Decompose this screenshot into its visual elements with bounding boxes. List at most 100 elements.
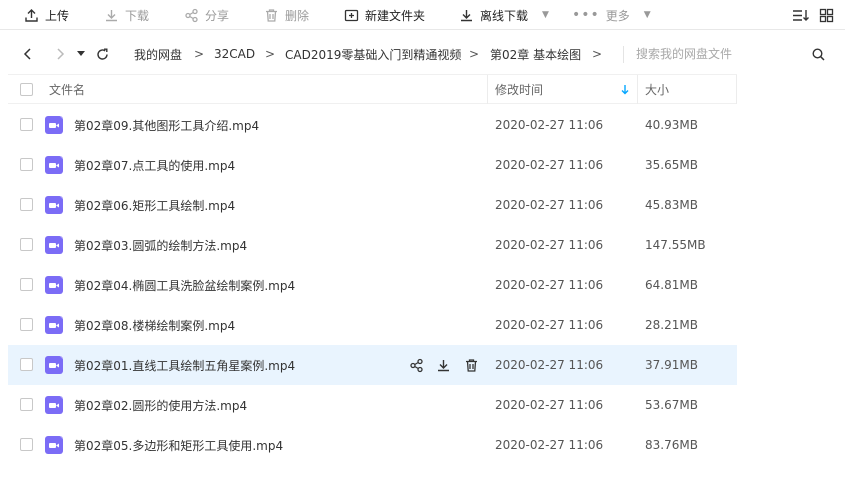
file-size: 64.81MB (645, 278, 698, 292)
file-list-header: 文件名 修改时间 大小 (8, 74, 737, 104)
breadcrumb-item[interactable]: CAD2019零基础入门到精通视频 (285, 38, 461, 70)
file-row[interactable]: 第02章08.楼梯绘制案例.mp4 2020-02-27 11:06 28.21… (8, 305, 737, 345)
history-dropdown-button[interactable] (74, 38, 88, 70)
row-checkbox[interactable] (20, 238, 33, 251)
file-modified-time: 2020-02-27 11:06 (495, 358, 604, 372)
upload-button[interactable]: 上传 (24, 0, 69, 30)
breadcrumb-separator: > (469, 47, 480, 61)
column-header-name[interactable]: 文件名 (49, 75, 85, 104)
file-modified-time: 2020-02-27 11:06 (495, 198, 604, 212)
more-dots-icon: ••• (572, 7, 600, 23)
toolbar: 上传 下载 分享 删除 新建文件夹 离线下载 ▼ ••• 更多 ▼ (0, 0, 845, 30)
file-name[interactable]: 第02章08.楼梯绘制案例.mp4 (74, 305, 235, 345)
search-button[interactable] (810, 38, 826, 70)
file-size: 28.21MB (645, 318, 698, 332)
row-checkbox[interactable] (20, 278, 33, 291)
row-checkbox[interactable] (20, 438, 33, 451)
video-file-icon (45, 316, 63, 334)
chevron-right-icon (57, 48, 65, 60)
share-icon (185, 8, 198, 22)
video-file-icon (45, 396, 63, 414)
file-name[interactable]: 第02章01.直线工具绘制五角星案例.mp4 (74, 345, 295, 385)
file-name[interactable]: 第02章05.多边形和矩形工具使用.mp4 (74, 425, 283, 465)
breadcrumb-item[interactable]: 我的网盘 (134, 38, 182, 70)
file-size: 147.55MB (645, 238, 706, 252)
trash-icon (266, 8, 277, 22)
navigation-bar: 我的网盘 > 32CAD > CAD2019零基础入门到精通视频 > 第02章 … (0, 38, 845, 70)
row-share-button[interactable] (406, 355, 426, 375)
row-checkbox[interactable] (20, 158, 33, 171)
download-label: 下载 (125, 8, 150, 23)
row-delete-button[interactable] (461, 355, 481, 375)
breadcrumb-separator: > (194, 47, 205, 61)
file-modified-time: 2020-02-27 11:06 (495, 238, 604, 252)
file-row[interactable]: 第02章02.圆形的使用方法.mp4 2020-02-27 11:06 53.6… (8, 385, 737, 425)
file-name[interactable]: 第02章04.椭圆工具洗脸盆绘制案例.mp4 (74, 265, 295, 305)
file-modified-time: 2020-02-27 11:06 (495, 278, 604, 292)
sort-icon (793, 9, 809, 21)
sort-button[interactable] (792, 0, 810, 30)
file-size: 53.67MB (645, 398, 698, 412)
file-modified-time: 2020-02-27 11:06 (495, 118, 604, 132)
row-download-button[interactable] (433, 355, 453, 375)
breadcrumb-item[interactable]: 32CAD (214, 38, 255, 70)
file-name[interactable]: 第02章07.点工具的使用.mp4 (74, 145, 235, 185)
column-header-modified[interactable]: 修改时间 (495, 75, 543, 104)
video-file-icon (45, 156, 63, 174)
share-button[interactable]: 分享 (184, 0, 229, 30)
delete-button[interactable]: 删除 (264, 0, 309, 30)
sort-arrow-down-icon[interactable] (621, 75, 629, 104)
breadcrumb-separator: > (592, 47, 603, 61)
refresh-button[interactable] (94, 38, 110, 70)
row-checkbox[interactable] (20, 398, 33, 411)
new-folder-button[interactable]: 新建文件夹 (344, 0, 425, 30)
row-checkbox[interactable] (20, 358, 33, 371)
file-row[interactable]: 第02章01.直线工具绘制五角星案例.mp4 2020-02-27 11:06 … (8, 345, 737, 385)
file-row[interactable]: 第02章09.其他图形工具介绍.mp4 2020-02-27 11:06 40.… (8, 105, 737, 145)
column-divider (487, 75, 488, 104)
new-folder-label: 新建文件夹 (365, 8, 426, 23)
column-divider (637, 75, 638, 104)
file-row[interactable]: 第02章03.圆弧的绘制方法.mp4 2020-02-27 11:06 147.… (8, 225, 737, 265)
select-all-checkbox[interactable] (20, 83, 33, 96)
breadcrumb-current[interactable]: 第02章 基本绘图 (490, 38, 581, 70)
file-size: 45.83MB (645, 198, 698, 212)
more-label: 更多 (605, 8, 630, 23)
file-modified-time: 2020-02-27 11:06 (495, 438, 604, 452)
row-checkbox[interactable] (20, 198, 33, 211)
file-size: 37.91MB (645, 358, 698, 372)
video-file-icon (45, 236, 63, 254)
more-button[interactable]: ••• 更多 ▼ (572, 0, 651, 30)
forward-button[interactable] (52, 38, 68, 70)
offline-download-button[interactable]: 离线下载 ▼ (459, 0, 549, 30)
share-label: 分享 (205, 8, 230, 23)
column-header-size[interactable]: 大小 (645, 75, 669, 104)
file-size: 40.93MB (645, 118, 698, 132)
download-icon (437, 359, 449, 371)
file-row[interactable]: 第02章07.点工具的使用.mp4 2020-02-27 11:06 35.65… (8, 145, 737, 185)
download-button[interactable]: 下载 (104, 0, 149, 30)
refresh-icon (96, 48, 108, 60)
search-input[interactable] (636, 44, 796, 64)
share-icon (409, 358, 423, 372)
row-checkbox[interactable] (20, 318, 33, 331)
grid-view-icon (819, 8, 834, 22)
upload-icon (25, 8, 38, 22)
chevron-down-icon: ▼ (643, 10, 651, 20)
file-name[interactable]: 第02章03.圆弧的绘制方法.mp4 (74, 225, 247, 265)
file-modified-time: 2020-02-27 11:06 (495, 158, 604, 172)
file-row[interactable]: 第02章06.矩形工具绘制.mp4 2020-02-27 11:06 45.83… (8, 185, 737, 225)
column-divider (736, 75, 737, 104)
row-checkbox[interactable] (20, 118, 33, 131)
file-modified-time: 2020-02-27 11:06 (495, 398, 604, 412)
file-name[interactable]: 第02章02.圆形的使用方法.mp4 (74, 385, 247, 425)
file-name[interactable]: 第02章09.其他图形工具介绍.mp4 (74, 105, 259, 145)
back-button[interactable] (20, 38, 36, 70)
video-file-icon (45, 356, 63, 374)
file-row[interactable]: 第02章05.多边形和矩形工具使用.mp4 2020-02-27 11:06 8… (8, 425, 737, 465)
grid-view-button[interactable] (819, 0, 834, 30)
chevron-down-icon: ▼ (542, 10, 549, 20)
file-name[interactable]: 第02章06.矩形工具绘制.mp4 (74, 185, 235, 225)
file-row[interactable]: 第02章04.椭圆工具洗脸盆绘制案例.mp4 2020-02-27 11:06 … (8, 265, 737, 305)
file-modified-time: 2020-02-27 11:06 (495, 318, 604, 332)
